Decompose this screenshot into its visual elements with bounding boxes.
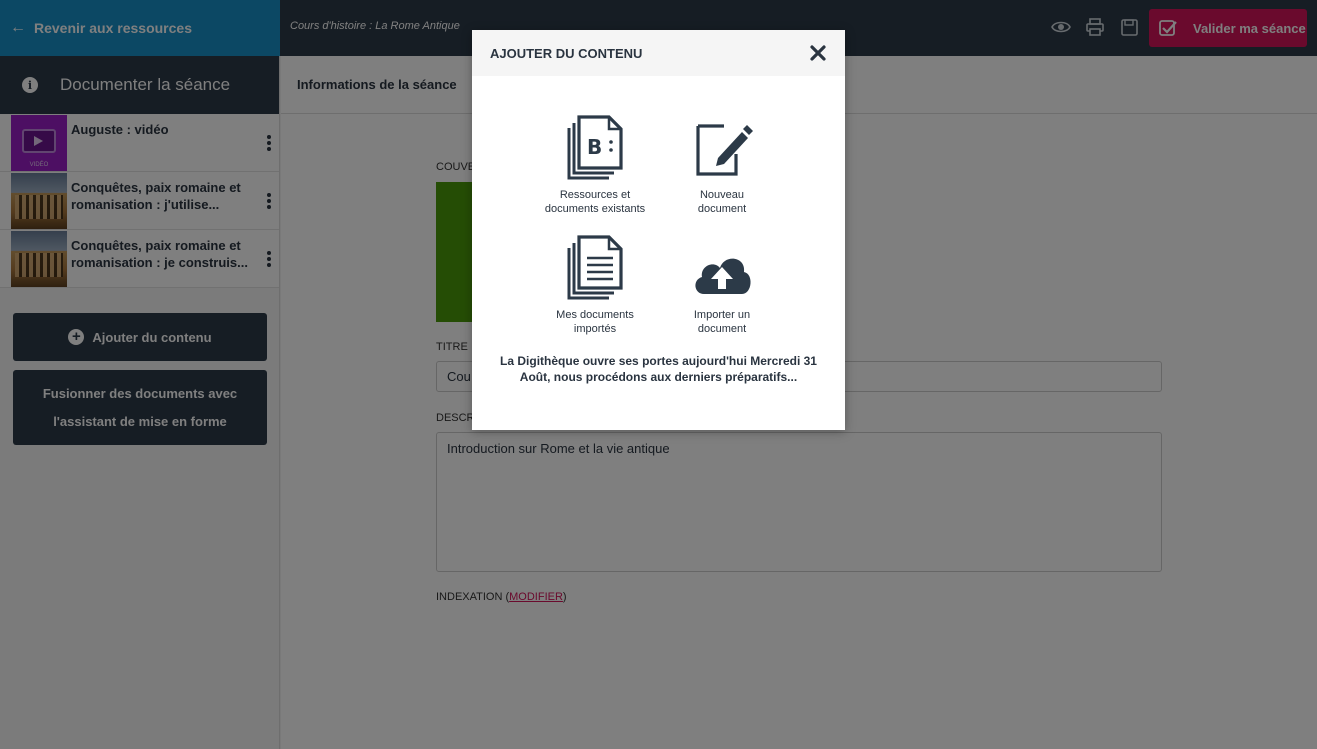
modal-header: AJOUTER DU CONTENU — [472, 30, 845, 76]
svg-text:B: B — [587, 135, 602, 159]
announcement-notice: La Digithèque ouvre ses portes aujourd'h… — [500, 354, 817, 384]
imported-documents-label: Mes documents importés — [556, 309, 634, 335]
new-document-option[interactable]: Nouveau document — [662, 114, 782, 216]
cloud-upload-icon — [695, 258, 751, 294]
new-document-label: Nouveau document — [697, 189, 747, 215]
add-content-modal: AJOUTER DU CONTENU B Ressources et docum… — [472, 30, 845, 430]
existing-resources-option[interactable]: B Ressources et documents existants — [535, 114, 655, 216]
new-document-icon — [696, 124, 753, 176]
existing-resources-icon: B — [567, 115, 623, 180]
imported-documents-option[interactable]: Mes documents importés — [535, 234, 655, 336]
import-document-label: Importer un document — [693, 309, 751, 335]
import-document-option[interactable]: Importer un document — [662, 234, 782, 336]
imported-documents-icon — [567, 235, 623, 300]
modal-title: AJOUTER DU CONTENU — [490, 45, 643, 61]
close-icon[interactable] — [809, 44, 827, 62]
existing-resources-label: Ressources et documents existants — [544, 189, 646, 215]
